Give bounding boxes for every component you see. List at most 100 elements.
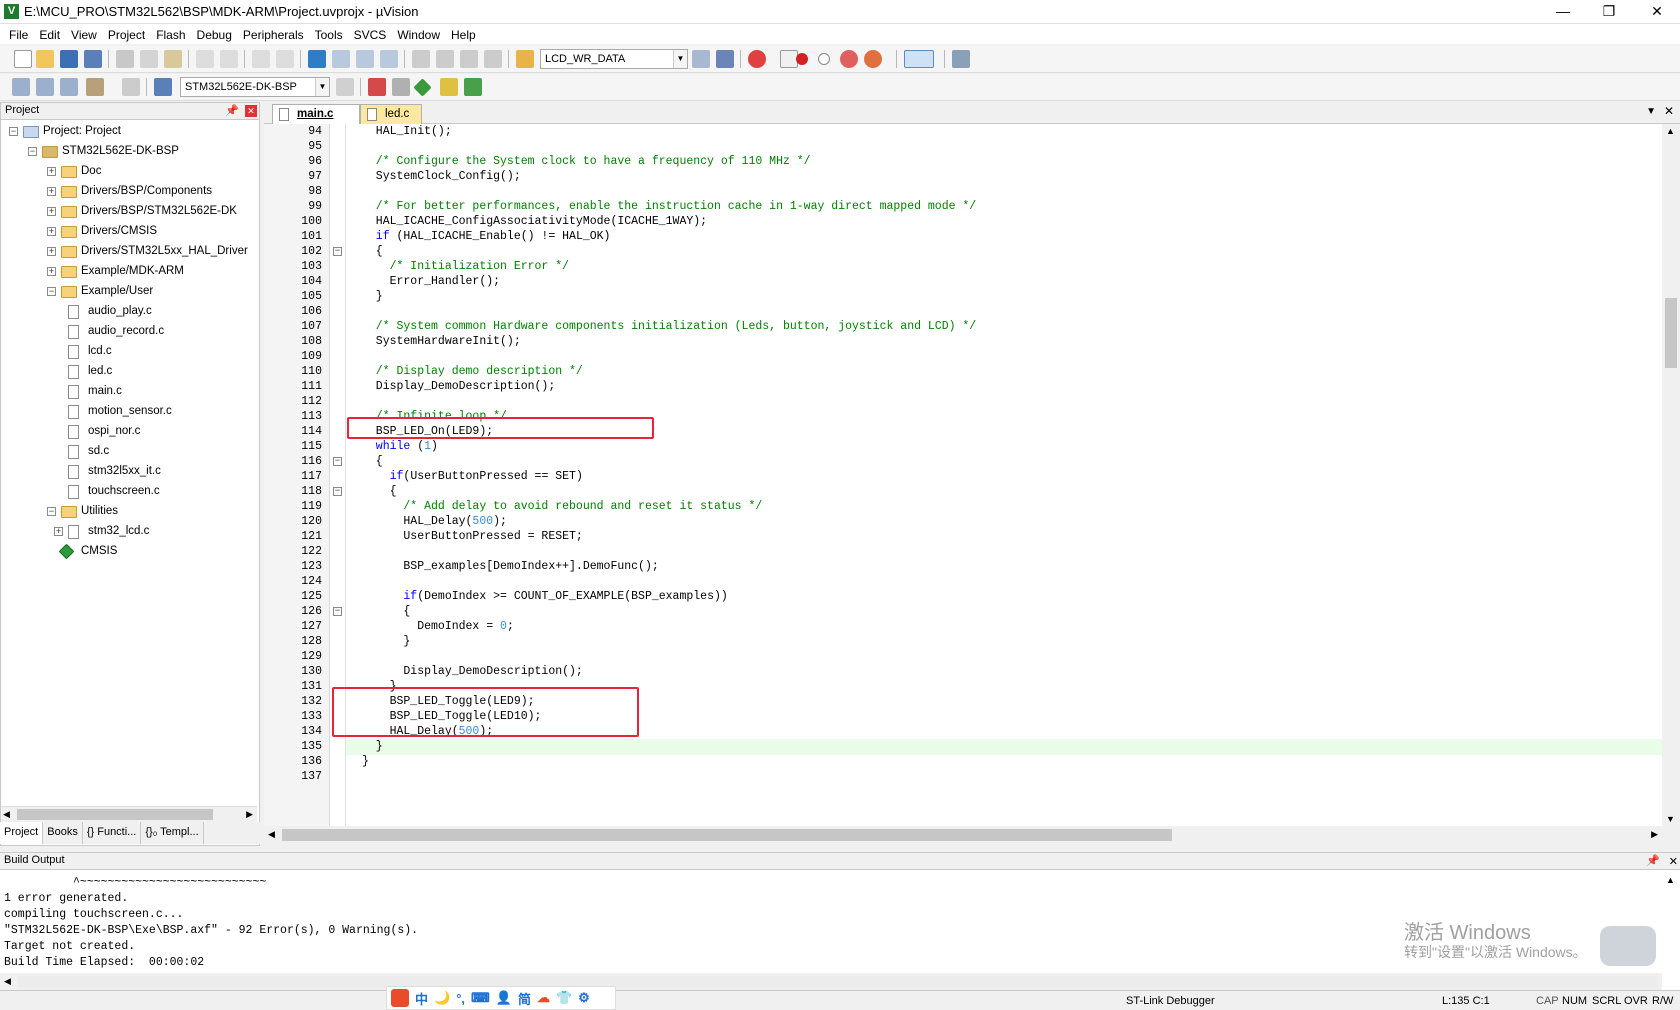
code-line[interactable]: /* System common Hardware components ini…: [362, 319, 976, 335]
chevron-down-icon[interactable]: ▼: [315, 78, 329, 96]
collapse-icon[interactable]: −: [28, 147, 37, 156]
code-line[interactable]: /* Initialization Error */: [362, 259, 569, 275]
kill-breakpoints-icon[interactable]: [864, 50, 882, 68]
next-bookmark-icon[interactable]: [356, 50, 374, 68]
code-line[interactable]: /* Configure the System clock to have a …: [362, 154, 811, 170]
tree-item[interactable]: led.c: [1, 362, 259, 381]
expand-icon[interactable]: +: [54, 527, 63, 536]
code-line[interactable]: }: [362, 289, 383, 305]
menu-view[interactable]: View: [68, 24, 105, 44]
scroll-up-icon[interactable]: ▲: [1666, 126, 1675, 136]
code-line[interactable]: /* Add delay to avoid rebound and reset …: [362, 499, 762, 515]
code-line[interactable]: while (1): [362, 439, 438, 455]
find-icon[interactable]: [692, 50, 710, 68]
code-line[interactable]: }: [362, 634, 410, 650]
fold-collapse-icon[interactable]: −: [333, 607, 342, 616]
menu-tools[interactable]: Tools: [312, 24, 351, 44]
disable-breakpoints-icon[interactable]: [840, 50, 858, 68]
menu-help[interactable]: Help: [448, 24, 484, 44]
collapse-icon[interactable]: −: [47, 507, 56, 516]
code-line[interactable]: DemoIndex = 0;: [362, 619, 514, 635]
redo-icon[interactable]: [220, 50, 238, 68]
code-line[interactable]: }: [362, 754, 369, 770]
expand-icon[interactable]: +: [47, 267, 56, 276]
scroll-right-icon[interactable]: ▶: [246, 809, 253, 820]
fold-collapse-icon[interactable]: −: [333, 457, 342, 466]
tree-item[interactable]: − STM32L562E-DK-BSP: [1, 142, 259, 161]
tree-item[interactable]: + Drivers/STM32L5xx_HAL_Driver: [1, 242, 259, 261]
code-editor[interactable]: 94 95 96 97 98 99 100 101 102 103 104 105 106 107 108 1…: [264, 124, 1662, 826]
paste-icon[interactable]: [164, 50, 182, 68]
scroll-left-icon[interactable]: ◀: [4, 976, 11, 987]
code-line[interactable]: HAL_ICACHE_ConfigAssociativityMode(ICACH…: [362, 214, 707, 230]
minimize-button[interactable]: —: [1540, 0, 1586, 24]
ime-cloud-icon[interactable]: ☁: [537, 990, 550, 1006]
code-line[interactable]: Display_DemoDescription();: [362, 664, 582, 680]
scroll-right-icon[interactable]: ▶: [1651, 829, 1658, 840]
tree-item[interactable]: lcd.c: [1, 342, 259, 361]
tab-project[interactable]: Project: [0, 822, 44, 844]
menu-file[interactable]: File: [6, 24, 36, 44]
options-for-target-icon[interactable]: [336, 78, 354, 96]
pin-icon[interactable]: 📌: [1646, 854, 1660, 867]
tree-item[interactable]: + Doc: [1, 162, 259, 181]
editor-tab-led-c[interactable]: led.c: [360, 104, 422, 124]
chevron-down-icon[interactable]: ▼: [673, 50, 687, 68]
pack-installer-icon[interactable]: [413, 78, 432, 97]
prev-bookmark-icon[interactable]: [332, 50, 350, 68]
tree-item[interactable]: stm32l5xx_it.c: [1, 462, 259, 481]
ime-logo-icon[interactable]: [391, 989, 409, 1007]
unindent-icon[interactable]: [436, 50, 454, 68]
code-line[interactable]: BSP_examples[DemoIndex++].DemoFunc();: [362, 559, 658, 575]
tab-list-dropdown-icon[interactable]: ▼: [1646, 106, 1656, 117]
menu-flash[interactable]: Flash: [153, 24, 193, 44]
code-line[interactable]: HAL_Init();: [362, 124, 452, 140]
tree-item[interactable]: CMSIS: [1, 542, 259, 561]
close-panel-icon[interactable]: ✕: [1669, 855, 1678, 868]
tree-item[interactable]: main.c: [1, 382, 259, 401]
project-horizontal-scrollbar[interactable]: ◀ ▶: [1, 806, 257, 822]
menu-window[interactable]: Window: [394, 24, 448, 44]
new-file-icon[interactable]: [14, 50, 32, 68]
expand-icon[interactable]: +: [47, 167, 56, 176]
build-output-scrollbar[interactable]: ◀: [0, 973, 1662, 991]
tree-item[interactable]: + Drivers/BSP/STM32L562E-DK: [1, 202, 259, 221]
undo-icon[interactable]: [196, 50, 214, 68]
find-combo[interactable]: LCD_WR_DATA ▼: [540, 49, 688, 69]
tree-item[interactable]: − Utilities: [1, 502, 259, 521]
tree-item[interactable]: + Drivers/CMSIS: [1, 222, 259, 241]
close-panel-icon[interactable]: ✕: [245, 105, 257, 117]
batch-build-icon[interactable]: [86, 78, 104, 96]
save-all-icon[interactable]: [84, 50, 102, 68]
expand-icon[interactable]: +: [47, 227, 56, 236]
code-line[interactable]: if(DemoIndex >= COUNT_OF_EXAMPLE(BSP_exa…: [362, 589, 727, 605]
ime-moon-icon[interactable]: 🌙: [434, 990, 450, 1006]
code-line[interactable]: HAL_Delay(500);: [362, 514, 507, 530]
code-line[interactable]: }: [362, 739, 383, 755]
fold-collapse-icon[interactable]: −: [333, 487, 342, 496]
tree-item[interactable]: − Project: Project: [1, 122, 259, 141]
close-tab-icon[interactable]: ✕: [1664, 104, 1674, 118]
expand-icon[interactable]: +: [47, 247, 56, 256]
nav-back-icon[interactable]: [252, 50, 270, 68]
tree-item[interactable]: + stm32_lcd.c: [1, 522, 259, 541]
incremental-find-icon[interactable]: [716, 50, 734, 68]
download-load-icon[interactable]: [154, 78, 172, 96]
scroll-thumb[interactable]: [18, 976, 1658, 988]
editor-horizontal-scrollbar[interactable]: ◀ ▶: [264, 826, 1662, 844]
uncomment-icon[interactable]: [484, 50, 502, 68]
scroll-thumb[interactable]: [282, 829, 1172, 841]
scroll-up-icon[interactable]: ▲: [1666, 875, 1675, 885]
restore-button[interactable]: ❐: [1586, 0, 1632, 24]
cut-icon[interactable]: [116, 50, 134, 68]
menu-svcs[interactable]: SVCS: [351, 24, 395, 44]
tree-item[interactable]: ospi_nor.c: [1, 422, 259, 441]
build-icon[interactable]: [36, 78, 54, 96]
enable-breakpoint-icon[interactable]: [818, 53, 830, 65]
bookmark-icon[interactable]: [308, 50, 326, 68]
stop-build-icon[interactable]: [122, 78, 140, 96]
tree-item[interactable]: + Drivers/BSP/Components: [1, 182, 259, 201]
find-in-files-icon[interactable]: [516, 50, 534, 68]
window-layout-icon[interactable]: [904, 50, 934, 68]
close-window-button[interactable]: ✕: [1634, 0, 1680, 24]
